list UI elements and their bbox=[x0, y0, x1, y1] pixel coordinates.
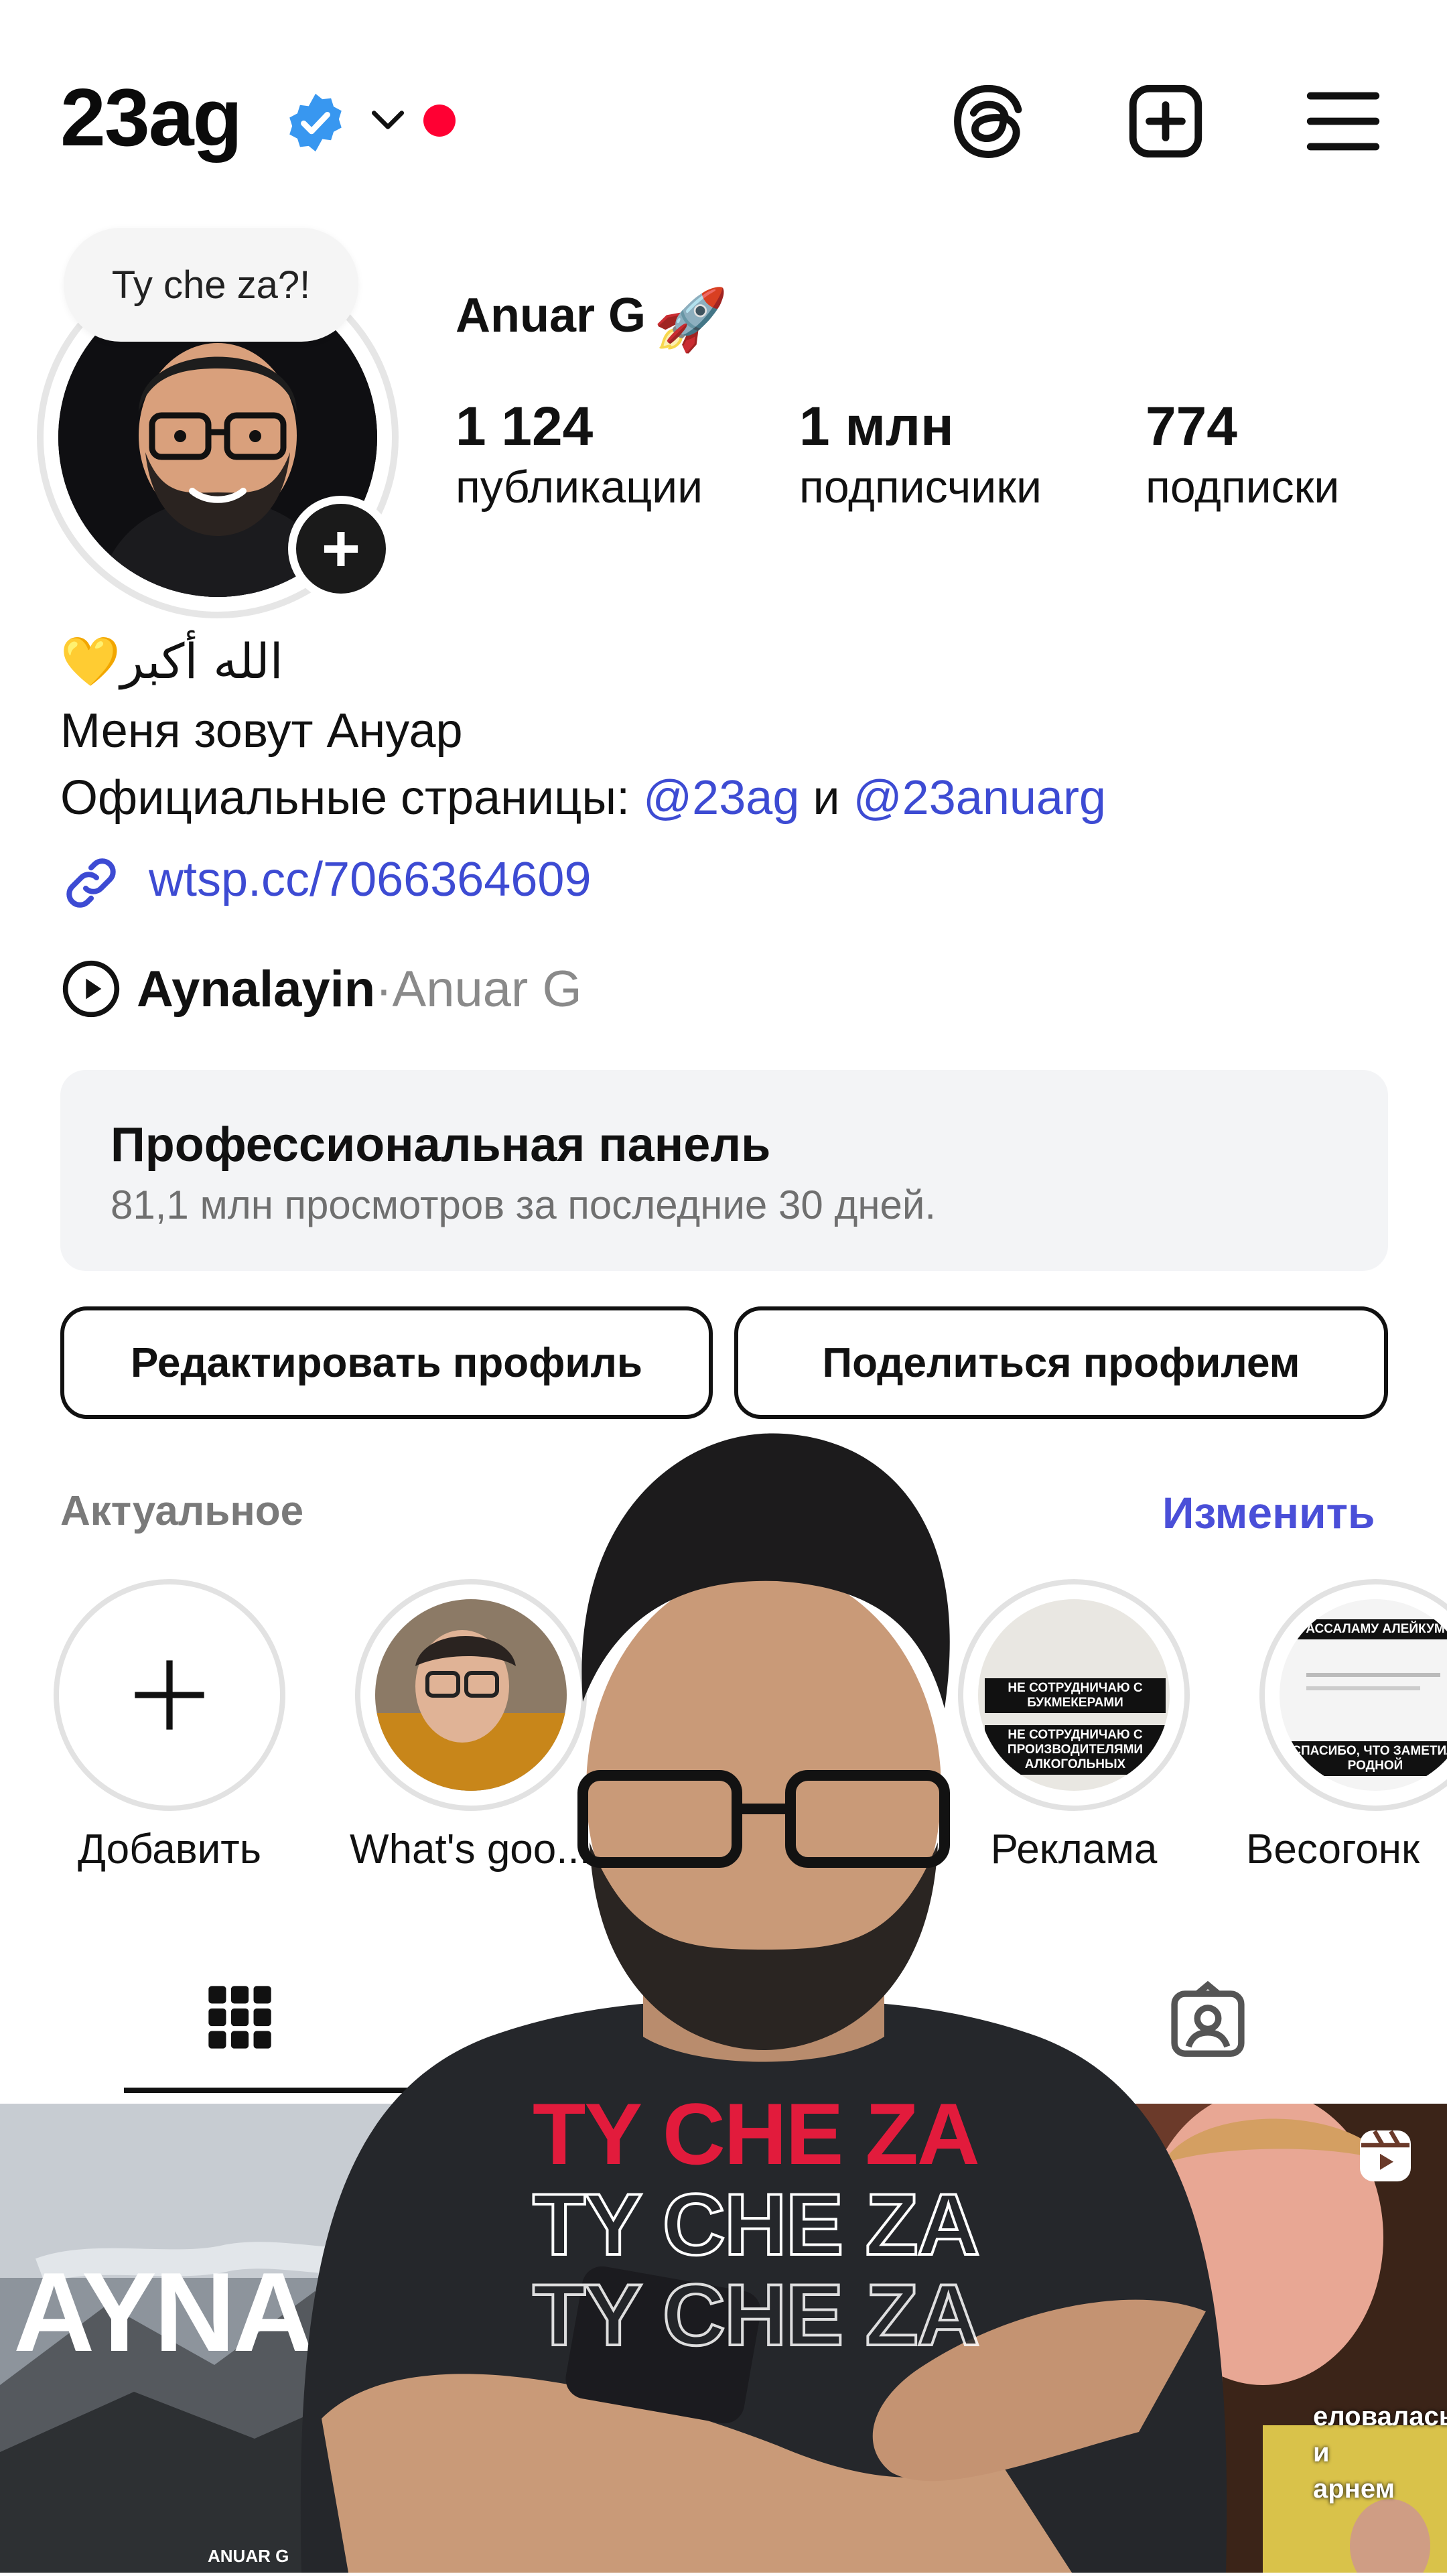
avatar-note-text: Ty che za?! bbox=[111, 263, 311, 307]
presenter-overlay: TY CHE ZA TY CHE ZA TY CHE ZA bbox=[268, 1414, 1259, 2573]
post-3-caption: еловалась и арнем bbox=[1313, 2402, 1447, 2504]
profile-music[interactable]: Aynalayin · Anuar G bbox=[60, 958, 582, 1020]
highlight-label-weight: Весогонк bbox=[1246, 1826, 1420, 1873]
rocket-emoji: 🚀 bbox=[653, 287, 729, 354]
yellow-heart-emoji: 💛 bbox=[60, 635, 121, 689]
stat-followers-label: подписчики bbox=[799, 462, 1042, 513]
stat-following-label: подписки bbox=[1146, 462, 1340, 513]
stat-posts[interactable]: 1 124 публикации bbox=[456, 395, 703, 513]
plus-icon bbox=[135, 1660, 204, 1730]
dashboard-title: Профессиональная панель bbox=[111, 1118, 771, 1172]
bio-line-1: 💛الله أكبر bbox=[60, 633, 283, 690]
bio-arabic-text: الله أكبر bbox=[120, 633, 283, 689]
music-artist: Anuar G bbox=[392, 960, 582, 1018]
mention-23ag[interactable]: @23ag bbox=[643, 771, 799, 825]
bio-line-3: Официальные страницы: @23ag и @23anuarg bbox=[60, 770, 1106, 825]
profile-username[interactable]: 23ag bbox=[60, 70, 243, 164]
chevron-down-icon[interactable] bbox=[367, 99, 409, 141]
shirt-text-1: TY CHE ZA bbox=[533, 2085, 980, 2183]
highlight-weight-cover: АССАЛАМУ АЛЕЙКУМ СПАСИБО, ЧТО ЗАМЕТИЛ, Р… bbox=[1280, 1599, 1447, 1791]
highlights-title: Актуальное bbox=[60, 1488, 304, 1534]
menu-icon[interactable] bbox=[1300, 78, 1387, 165]
dashboard-subtitle: 81,1 млн просмотров за последние 30 дней… bbox=[111, 1182, 937, 1227]
add-story-icon[interactable]: + bbox=[288, 496, 394, 602]
bio-pages-prefix: Официальные страницы: bbox=[60, 771, 644, 825]
weight-story-text-2: СПАСИБО, ЧТО ЗАМЕТИЛ, РОДНОЙ bbox=[1280, 1741, 1447, 1776]
bio-and: и bbox=[799, 771, 853, 825]
link-icon bbox=[66, 858, 116, 908]
display-name: Anuar G bbox=[456, 289, 646, 342]
share-profile-button[interactable]: Поделиться профилем bbox=[734, 1306, 1388, 1419]
mention-23anuarg[interactable]: @23anuarg bbox=[853, 771, 1106, 825]
verified-badge-icon bbox=[289, 93, 342, 152]
threads-icon[interactable] bbox=[945, 78, 1032, 165]
stat-following[interactable]: 774 подписки bbox=[1146, 395, 1339, 513]
avatar-note-bubble[interactable]: Ty che za?! bbox=[64, 228, 358, 342]
create-post-icon[interactable] bbox=[1122, 78, 1209, 165]
shirt-text-2: TY CHE ZA bbox=[531, 2174, 981, 2275]
notification-dot bbox=[423, 105, 456, 137]
weight-story-text-1: АССАЛАМУ АЛЕЙКУМ bbox=[1280, 1619, 1447, 1639]
stat-followers[interactable]: 1 млн подписчики bbox=[799, 395, 1042, 513]
music-title: Aynalayin bbox=[137, 960, 376, 1018]
bio-line-2: Меня зовут Ануар bbox=[60, 704, 463, 758]
stat-followers-value: 1 млн bbox=[799, 396, 954, 457]
shirt-text-3: TY CHE ZA bbox=[531, 2264, 981, 2365]
grid-tab-icon[interactable] bbox=[202, 1980, 277, 2055]
play-circle-icon bbox=[62, 960, 120, 1018]
highlight-weight-loss[interactable]: АССАЛАМУ АЛЕЙКУМ СПАСИБО, ЧТО ЗАМЕТИЛ, Р… bbox=[1259, 1579, 1447, 1811]
edit-profile-button[interactable]: Редактировать профиль bbox=[60, 1306, 713, 1419]
stat-posts-value: 1 124 bbox=[456, 396, 594, 457]
presenter-figure bbox=[300, 1433, 1227, 2573]
bio-external-link[interactable]: wtsp.cc/7066364609 bbox=[149, 852, 591, 907]
highlight-add[interactable] bbox=[54, 1579, 285, 1811]
stat-following-value: 774 bbox=[1146, 396, 1237, 457]
music-separator: · bbox=[375, 960, 393, 1018]
stat-posts-label: публикации bbox=[456, 462, 703, 513]
reels-icon bbox=[1360, 2130, 1411, 2181]
